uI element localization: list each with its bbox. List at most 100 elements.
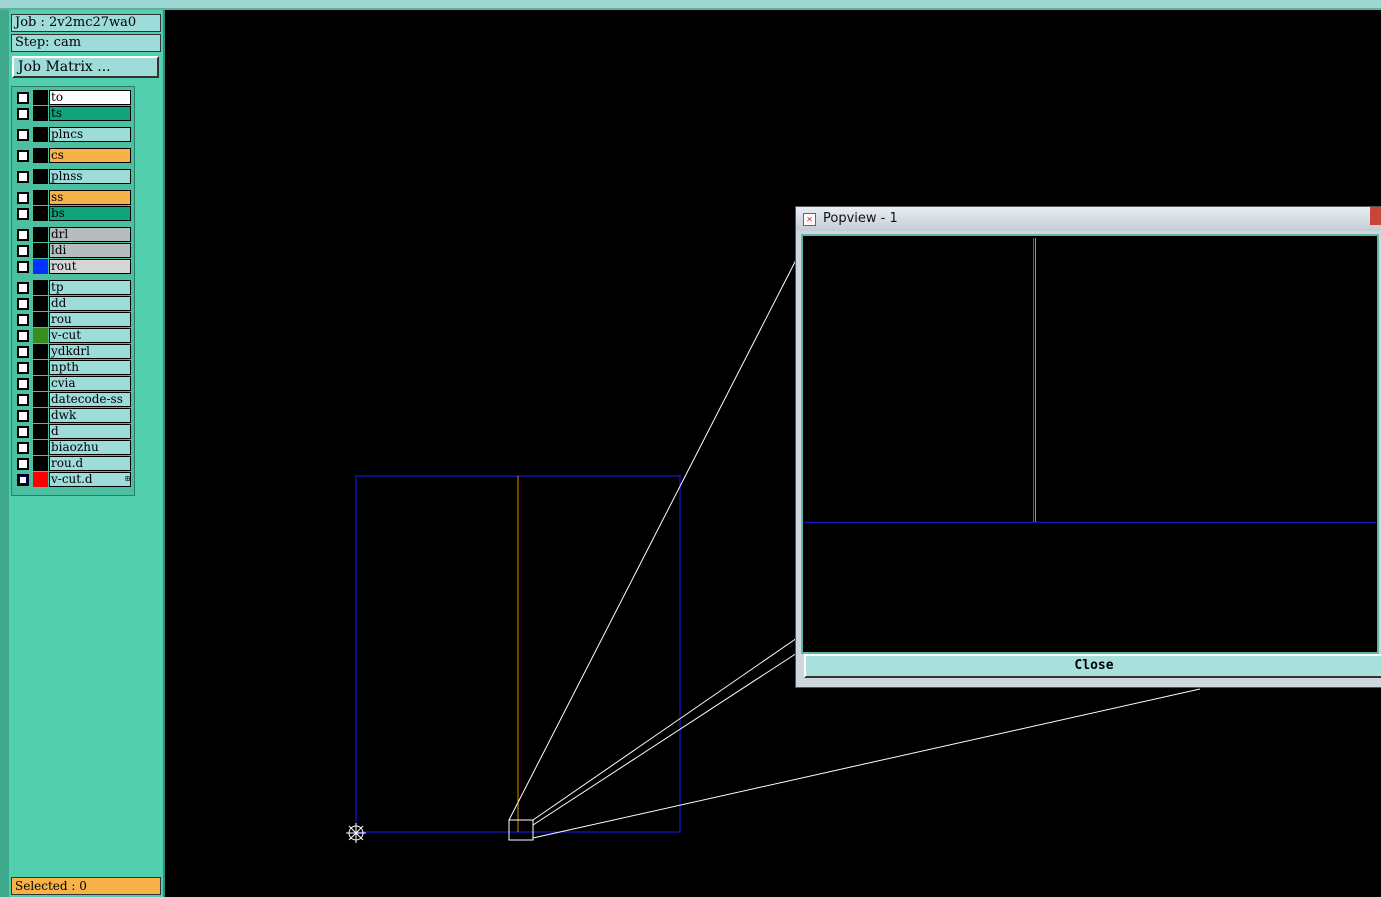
layer-checkbox[interactable] xyxy=(17,298,29,310)
layer-name[interactable]: datecode-ss xyxy=(49,392,131,407)
layer-row[interactable]: npth xyxy=(14,360,132,375)
layer-color-swatch[interactable] xyxy=(33,148,48,163)
layer-row[interactable]: drl xyxy=(14,227,132,242)
layer-color-swatch[interactable] xyxy=(33,344,48,359)
layer-color-swatch[interactable] xyxy=(33,106,48,121)
layer-checkbox[interactable] xyxy=(17,129,29,141)
layer-row[interactable]: biaozhu xyxy=(14,440,132,455)
layer-name[interactable]: ldi xyxy=(49,243,131,258)
layer-row[interactable]: ss xyxy=(14,190,132,205)
layer-row[interactable]: cs xyxy=(14,148,132,163)
layer-name[interactable]: tp xyxy=(49,280,131,295)
layer-row[interactable]: v-cut xyxy=(14,328,132,343)
layer-checkbox[interactable] xyxy=(17,150,29,162)
layer-name[interactable]: v-cut xyxy=(49,328,131,343)
layer-color-swatch[interactable] xyxy=(33,127,48,142)
layer-color-swatch[interactable] xyxy=(33,440,48,455)
layer-name[interactable]: drl xyxy=(49,227,131,242)
layer-color-swatch[interactable] xyxy=(33,296,48,311)
close-button[interactable]: Close xyxy=(804,654,1381,678)
layer-color-swatch[interactable] xyxy=(33,376,48,391)
layer-name[interactable]: v-cut.d xyxy=(49,472,131,487)
layer-name[interactable]: plncs xyxy=(49,127,131,142)
layer-row[interactable]: to xyxy=(14,90,132,105)
layer-row[interactable]: rou xyxy=(14,312,132,327)
layer-name[interactable]: bs xyxy=(49,206,131,221)
layer-row[interactable]: rou.d xyxy=(14,456,132,471)
layer-checkbox[interactable] xyxy=(17,282,29,294)
layer-name[interactable]: cs xyxy=(49,148,131,163)
popview-title-bar[interactable]: ✕ Popview - 1 xyxy=(796,207,1381,231)
layer-color-swatch[interactable] xyxy=(33,392,48,407)
window-close-icon[interactable] xyxy=(1370,207,1381,225)
layer-color-swatch[interactable] xyxy=(33,456,48,471)
layer-color-swatch[interactable] xyxy=(33,259,48,274)
layer-row[interactable]: ldi xyxy=(14,243,132,258)
zoom-guide-line xyxy=(532,652,798,826)
layer-checkbox[interactable] xyxy=(17,474,29,486)
layer-color-swatch[interactable] xyxy=(33,227,48,242)
layer-checkbox[interactable] xyxy=(17,208,29,220)
layer-checkbox[interactable] xyxy=(17,410,29,422)
layer-row[interactable]: plncs xyxy=(14,127,132,142)
layer-checkbox[interactable] xyxy=(17,245,29,257)
layer-row[interactable]: plnss xyxy=(14,169,132,184)
zoom-guide-line xyxy=(532,637,798,821)
layer-row[interactable]: d xyxy=(14,424,132,439)
layer-name[interactable]: rou.d xyxy=(49,456,131,471)
layer-checkbox[interactable] xyxy=(17,378,29,390)
layer-checkbox[interactable] xyxy=(17,426,29,438)
step-label: Step: cam xyxy=(11,34,161,52)
layer-checkbox[interactable] xyxy=(17,314,29,326)
layer-color-swatch[interactable] xyxy=(33,90,48,105)
layer-name[interactable]: plnss xyxy=(49,169,131,184)
popview-canvas[interactable] xyxy=(801,234,1379,654)
layer-color-swatch[interactable] xyxy=(33,328,48,343)
layer-checkbox[interactable] xyxy=(17,330,29,342)
layer-row[interactable]: bs xyxy=(14,206,132,221)
layer-checkbox[interactable] xyxy=(17,261,29,273)
layer-name[interactable]: npth xyxy=(49,360,131,375)
layer-color-swatch[interactable] xyxy=(33,190,48,205)
layer-row[interactable]: tp xyxy=(14,280,132,295)
layer-color-swatch[interactable] xyxy=(33,360,48,375)
layer-color-swatch[interactable] xyxy=(33,312,48,327)
layer-row[interactable]: dwk xyxy=(14,408,132,423)
layer-name[interactable]: rout xyxy=(49,259,131,274)
layer-color-swatch[interactable] xyxy=(33,280,48,295)
layer-name[interactable]: to xyxy=(49,90,131,105)
layer-checkbox[interactable] xyxy=(17,362,29,374)
layer-name[interactable]: dwk xyxy=(49,408,131,423)
job-matrix-button[interactable]: Job Matrix ... xyxy=(12,56,159,78)
layer-name[interactable]: biaozhu xyxy=(49,440,131,455)
layer-checkbox[interactable] xyxy=(17,458,29,470)
layer-color-swatch[interactable] xyxy=(33,206,48,221)
layer-checkbox[interactable] xyxy=(17,108,29,120)
layer-row[interactable]: ts xyxy=(14,106,132,121)
layer-name[interactable]: rou xyxy=(49,312,131,327)
layer-name[interactable]: ydkdrl xyxy=(49,344,131,359)
layer-name[interactable]: cvia xyxy=(49,376,131,391)
layer-checkbox[interactable] xyxy=(17,192,29,204)
layer-row[interactable]: datecode-ss xyxy=(14,392,132,407)
layer-row[interactable]: cvia xyxy=(14,376,132,391)
layer-name[interactable]: dd xyxy=(49,296,131,311)
layer-color-swatch[interactable] xyxy=(33,424,48,439)
layer-checkbox[interactable] xyxy=(17,229,29,241)
layer-checkbox[interactable] xyxy=(17,346,29,358)
layer-row[interactable]: dd xyxy=(14,296,132,311)
layer-name[interactable]: ts xyxy=(49,106,131,121)
layer-row[interactable]: rout xyxy=(14,259,132,274)
layer-row[interactable]: v-cut.d ⊞ xyxy=(14,472,132,487)
layer-checkbox[interactable] xyxy=(17,92,29,104)
layer-name[interactable]: d xyxy=(49,424,131,439)
layer-name[interactable]: ss xyxy=(49,190,131,205)
layer-checkbox[interactable] xyxy=(17,394,29,406)
layer-color-swatch[interactable] xyxy=(33,408,48,423)
layer-checkbox[interactable] xyxy=(17,442,29,454)
layer-checkbox[interactable] xyxy=(17,171,29,183)
layer-color-swatch[interactable] xyxy=(33,169,48,184)
layer-color-swatch[interactable] xyxy=(33,243,48,258)
layer-row[interactable]: ydkdrl xyxy=(14,344,132,359)
layer-color-swatch[interactable] xyxy=(33,472,48,487)
